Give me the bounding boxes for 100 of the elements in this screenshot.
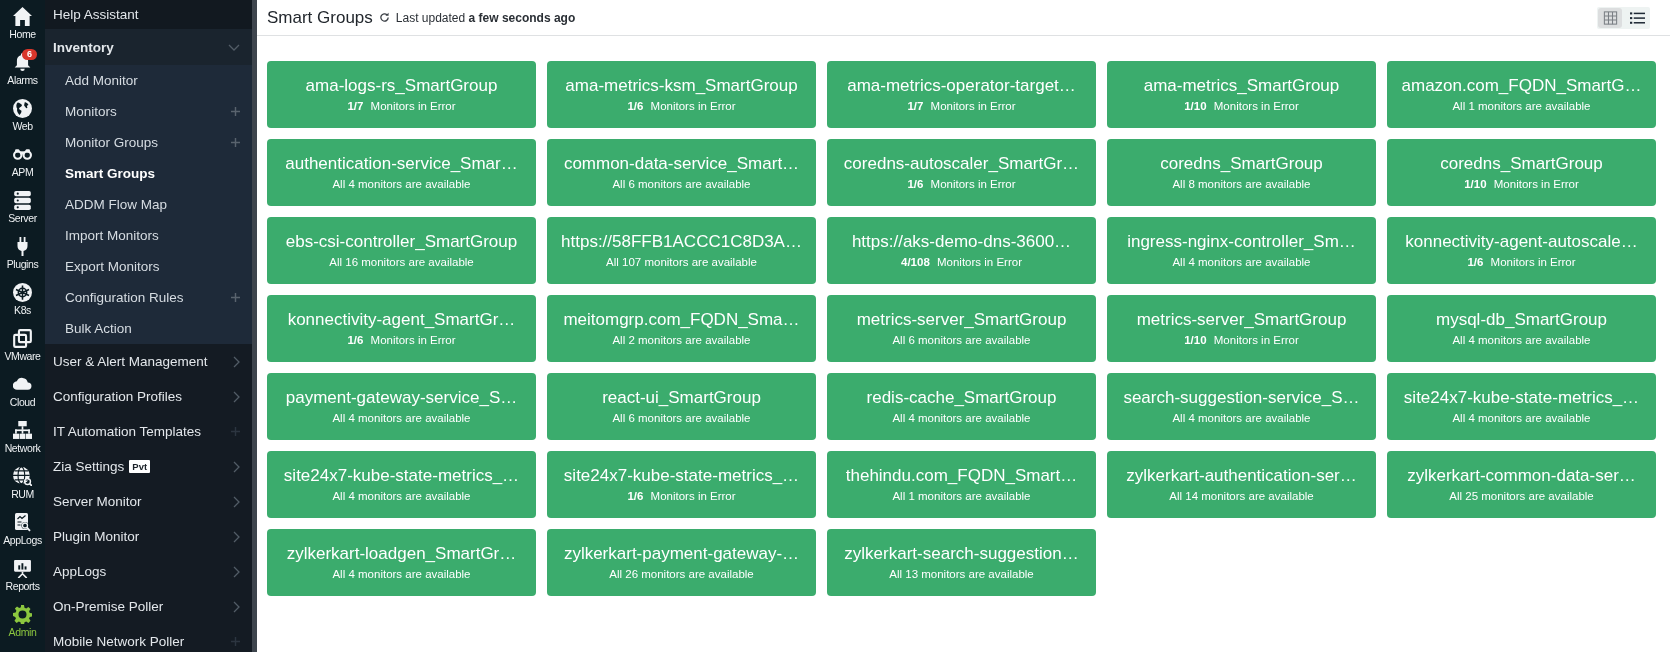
error-status: 1/10 Monitors in Error bbox=[1184, 333, 1299, 347]
group-name: ama-logs-rs_SmartGroup bbox=[305, 76, 498, 96]
submenu-item[interactable]: Configuration Rules bbox=[45, 282, 252, 313]
rail-nav-item[interactable]: APM bbox=[0, 138, 45, 184]
menu-section[interactable]: User & Alert Management bbox=[45, 344, 252, 379]
menu-section[interactable]: On-Premise Poller bbox=[45, 589, 252, 624]
menu-section[interactable]: AppLogs bbox=[45, 554, 252, 589]
submenu-item[interactable]: Import Monitors bbox=[45, 220, 252, 251]
globe-icon bbox=[13, 98, 32, 118]
menu-section[interactable]: Plugin Monitor bbox=[45, 519, 252, 554]
plus-icon[interactable] bbox=[231, 107, 240, 116]
group-name: ebs-csi-controller_SmartGroup bbox=[285, 232, 518, 252]
rail-nav-item[interactable]: 6 Alarms bbox=[0, 46, 45, 92]
availability-status: All 8 monitors are available bbox=[1172, 177, 1311, 191]
document-magnifier-icon bbox=[13, 512, 32, 532]
plus-icon[interactable] bbox=[231, 138, 240, 147]
submenu-item[interactable]: Monitor Groups bbox=[45, 127, 252, 158]
availability-status: All 4 monitors are available bbox=[332, 411, 471, 425]
menu-section[interactable]: Inventory bbox=[45, 29, 252, 65]
chevron-right-icon bbox=[233, 460, 240, 473]
rail-nav-item[interactable]: Server bbox=[0, 184, 45, 230]
error-status: 1/7 Monitors in Error bbox=[907, 99, 1016, 113]
alarm-count-badge: 6 bbox=[22, 48, 37, 60]
rail-nav-item[interactable]: Network bbox=[0, 414, 45, 460]
plus-icon[interactable] bbox=[231, 293, 240, 302]
availability-status: All 2 monitors are available bbox=[612, 333, 751, 347]
submenu-item[interactable]: Bulk Action bbox=[45, 313, 252, 344]
group-name: metrics-server_SmartGroup bbox=[856, 310, 1067, 330]
chevron-right-icon bbox=[233, 565, 240, 578]
submenu-item[interactable]: Export Monitors bbox=[45, 251, 252, 282]
page-title: Smart Groups bbox=[267, 7, 373, 28]
rail-nav-item[interactable]: Cloud bbox=[0, 368, 45, 414]
plus-icon[interactable] bbox=[231, 427, 240, 436]
group-name: ingress-nginx-controller_Sm… bbox=[1127, 232, 1356, 252]
availability-status: All 6 monitors are available bbox=[612, 177, 751, 191]
rail-nav-item[interactable]: Home bbox=[0, 0, 45, 46]
error-status: 1/6 Monitors in Error bbox=[627, 489, 736, 503]
grid-view-button[interactable] bbox=[1598, 7, 1622, 28]
menu-link[interactable]: Mobile Network Poller bbox=[45, 624, 252, 652]
stacked-squares-icon bbox=[13, 328, 32, 348]
group-name: redis-cache_SmartGroup bbox=[866, 388, 1057, 408]
availability-status: All 13 monitors are available bbox=[889, 567, 1034, 581]
availability-status: All 14 monitors are available bbox=[1169, 489, 1314, 503]
availability-status: All 16 monitors are available bbox=[329, 255, 474, 269]
chevron-right-icon bbox=[233, 355, 240, 368]
availability-status: All 4 monitors are available bbox=[332, 567, 471, 581]
group-name: ama-metrics-operator-target… bbox=[847, 76, 1076, 96]
group-name: site24x7-kube-state-metrics_… bbox=[1403, 388, 1640, 408]
group-name: https://aks-demo-dns-3600… bbox=[851, 232, 1072, 252]
network-tree-icon bbox=[13, 420, 32, 440]
menu-section[interactable]: Configuration Profiles bbox=[45, 379, 252, 414]
list-icon bbox=[1629, 10, 1645, 25]
chevron-right-icon bbox=[233, 390, 240, 403]
group-name: zylkerkart-payment-gateway-… bbox=[563, 544, 800, 564]
submenu-item[interactable]: ADDM Flow Map bbox=[45, 189, 252, 220]
rail-nav-item[interactable]: AppLogs bbox=[0, 506, 45, 552]
group-name: coredns_SmartGroup bbox=[1160, 154, 1323, 174]
rail-nav-item[interactable]: Web bbox=[0, 92, 45, 138]
group-name: konnectivity-agent_SmartGr… bbox=[287, 310, 516, 330]
last-updated-text: Last updated a few seconds ago bbox=[395, 10, 576, 25]
availability-status: All 6 monitors are available bbox=[612, 411, 751, 425]
server-stack-icon bbox=[13, 190, 32, 210]
submenu-item[interactable]: Monitors bbox=[45, 96, 252, 127]
rail-nav-item[interactable]: Reports bbox=[0, 552, 45, 598]
rail-nav-item[interactable]: RUM bbox=[0, 460, 45, 506]
group-name: konnectivity-agent-autoscale… bbox=[1405, 232, 1638, 252]
group-name: zylkerkart-authentication-ser… bbox=[1126, 466, 1357, 486]
menu-link[interactable]: IT Automation Templates bbox=[45, 414, 252, 449]
availability-status: All 4 monitors are available bbox=[1452, 411, 1591, 425]
group-name: zylkerkart-common-data-ser… bbox=[1407, 466, 1636, 486]
helm-wheel-icon bbox=[13, 282, 32, 302]
rail-nav-item[interactable]: VMware bbox=[0, 322, 45, 368]
menu-section[interactable]: Zia Settings Pvt bbox=[45, 449, 252, 484]
globe-magnifier-icon bbox=[13, 466, 32, 486]
rail-nav-item[interactable]: Plugins bbox=[0, 230, 45, 276]
chevron-right-icon bbox=[233, 530, 240, 543]
group-name: ama-metrics_SmartGroup bbox=[1143, 76, 1340, 96]
rail-nav-item[interactable]: Admin bbox=[0, 598, 45, 644]
error-status: 1/6 Monitors in Error bbox=[347, 333, 456, 347]
refresh-icon[interactable] bbox=[378, 12, 390, 23]
group-name: zylkerkart-search-suggestion… bbox=[844, 544, 1079, 564]
submenu-item[interactable]: Smart Groups bbox=[45, 158, 252, 189]
group-name: thehindu.com_FQDN_Smart… bbox=[845, 466, 1078, 486]
availability-status: All 4 monitors are available bbox=[332, 489, 471, 503]
group-name: metrics-server_SmartGroup bbox=[1136, 310, 1347, 330]
availability-status: All 107 monitors are available bbox=[606, 255, 757, 269]
rail-nav-item[interactable]: K8s bbox=[0, 276, 45, 322]
availability-status: All 1 monitors are available bbox=[892, 489, 1031, 503]
submenu-item[interactable]: Add Monitor bbox=[45, 65, 252, 96]
error-status: 4/108 Monitors in Error bbox=[901, 255, 1022, 269]
menu-section[interactable]: Server Monitor bbox=[45, 484, 252, 519]
error-status: 1/6 Monitors in Error bbox=[907, 177, 1016, 191]
plus-icon[interactable] bbox=[231, 637, 240, 646]
group-name: search-suggestion-service_S… bbox=[1123, 388, 1360, 408]
chevron-right-icon bbox=[233, 495, 240, 508]
group-name: site24x7-kube-state-metrics_… bbox=[563, 466, 800, 486]
group-name: coredns-autoscaler_SmartGr… bbox=[843, 154, 1080, 174]
availability-status: All 4 monitors are available bbox=[1452, 333, 1591, 347]
group-name: amazon.com_FQDN_SmartG… bbox=[1401, 76, 1642, 96]
error-status: 1/6 Monitors in Error bbox=[627, 99, 736, 113]
